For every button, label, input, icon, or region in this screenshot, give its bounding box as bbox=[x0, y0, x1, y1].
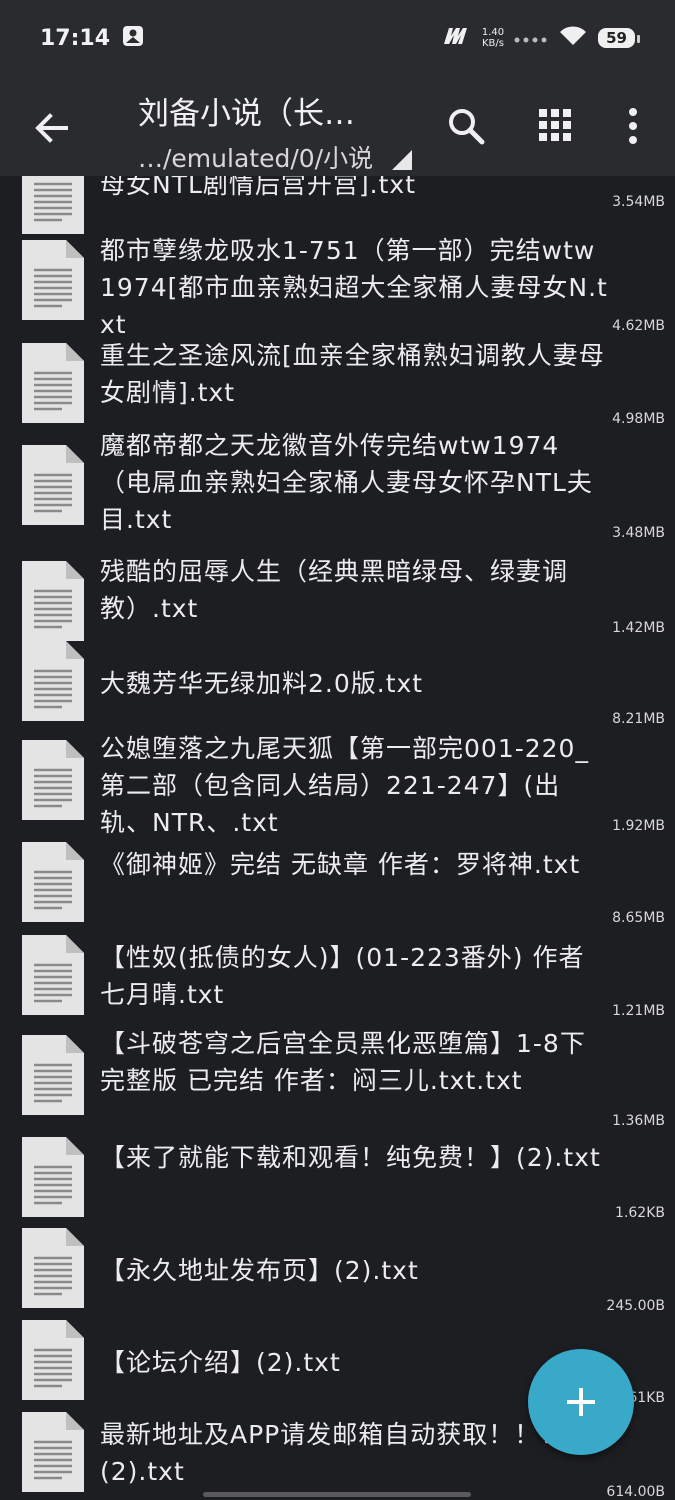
file-name: 【斗破苍穹之后宫全员黑化恶堕篇】1-8下完整版 已完结 作者：闷三儿.txt.t… bbox=[100, 1029, 586, 1095]
file-size: 614.00B bbox=[606, 1484, 665, 1500]
file-name: 【来了就能下载和观看！纯免费！】(2).txt bbox=[100, 1143, 601, 1172]
file-list-item[interactable]: 《御神姬》完结 无缺章 作者：罗将神.txt 8.65MB bbox=[0, 840, 675, 940]
text-file-icon bbox=[22, 1035, 84, 1115]
file-size: 1.62KB bbox=[615, 1205, 665, 1221]
text-file-icon bbox=[22, 1137, 84, 1217]
add-fab-button[interactable] bbox=[528, 1349, 634, 1455]
file-name: 魔都帝都之天龙徽音外传完结wtw1974（电屌血亲熟妇全家桶人妻母女怀孕NTL夫… bbox=[100, 431, 593, 534]
home-indicator[interactable] bbox=[203, 1492, 471, 1497]
more-vertical-icon[interactable] bbox=[620, 104, 646, 148]
text-file-icon bbox=[22, 561, 84, 641]
text-file-icon bbox=[22, 740, 84, 820]
file-size: 3.48MB bbox=[612, 525, 665, 541]
text-file-icon bbox=[22, 343, 84, 423]
battery-icon: 59 bbox=[598, 28, 640, 48]
file-name: 【永久地址发布页】(2).txt bbox=[100, 1256, 419, 1285]
title-block[interactable]: 刘备小说（长… …/emulated/0/小说 bbox=[138, 88, 418, 175]
folder-path: …/emulated/0/小说 bbox=[138, 144, 374, 173]
file-list[interactable]: 母女NTL剧情后宫开宫].txt 3.54MB 都市孽缘龙吸水1-751（第一部）… bbox=[0, 176, 675, 1500]
arrow-left-icon[interactable] bbox=[30, 106, 74, 150]
file-list-item[interactable]: 残酷的屈辱人生（经典黑暗绿母、绿妻调教）.txt 1.42MB bbox=[0, 549, 675, 649]
status-bar: 17:14 1.40 KB/s 59 bbox=[0, 0, 675, 76]
text-file-icon bbox=[22, 935, 84, 1015]
folder-title: 刘备小说（长… bbox=[138, 96, 355, 132]
file-list-item[interactable]: 【来了就能下载和观看！纯免费！】(2).txt 1.62KB bbox=[0, 1135, 675, 1235]
file-size: 8.21MB bbox=[612, 711, 665, 727]
network-speed: 1.40 KB/s bbox=[481, 27, 505, 49]
file-list-item[interactable]: 都市孽缘龙吸水1-751（第一部）完结wtw1974[都市血亲熟妇超大全家桶人妻… bbox=[0, 232, 675, 339]
file-list-item[interactable]: 【性奴(抵债的女人)】(01-223番外) 作者 七月晴.txt 1.21MB bbox=[0, 933, 675, 1033]
file-size: 245.00B bbox=[606, 1298, 665, 1314]
wifi-icon bbox=[558, 25, 588, 51]
text-file-icon bbox=[22, 842, 84, 922]
file-name: 公媳堕落之九尾天狐【第一部完001-220_第二部（包含同人结局）221-247… bbox=[100, 734, 589, 837]
file-size: 4.62MB bbox=[612, 318, 665, 334]
file-list-item[interactable]: 重生之圣途风流[血亲全家桶熟妇调教人妻母女剧情].txt 4.98MB bbox=[0, 335, 675, 435]
battery-level: 59 bbox=[606, 29, 627, 47]
file-name: 母女NTL剧情后宫开宫].txt bbox=[100, 176, 417, 199]
file-size: 1.92MB bbox=[612, 818, 665, 834]
text-file-icon bbox=[22, 445, 84, 525]
file-size: 1.36MB bbox=[612, 1113, 665, 1129]
search-icon[interactable] bbox=[444, 104, 488, 148]
app-logo-icon bbox=[442, 26, 472, 50]
notification-icon bbox=[122, 25, 144, 51]
file-size: 1.21MB bbox=[612, 1003, 665, 1019]
file-list-item[interactable]: 【斗破苍穹之后宫全员黑化恶堕篇】1-8下完整版 已完结 作者：闷三儿.txt.t… bbox=[0, 1025, 675, 1129]
signal-dots-icon bbox=[514, 29, 548, 48]
file-name: 重生之圣途风流[血亲全家桶熟妇调教人妻母女剧情].txt bbox=[100, 341, 605, 407]
file-list-item[interactable]: 魔都帝都之天龙徽音外传完结wtw1974（电屌血亲熟妇全家桶人妻母女怀孕NTL夫… bbox=[0, 427, 675, 541]
file-size: 3.54MB bbox=[612, 194, 665, 210]
app-bar: 刘备小说（长… …/emulated/0/小说 bbox=[0, 76, 675, 176]
file-list-item[interactable]: 【永久地址发布页】(2).txt 245.00B bbox=[0, 1228, 675, 1328]
text-file-icon bbox=[22, 1228, 84, 1308]
file-name: 都市孽缘龙吸水1-751（第一部）完结wtw1974[都市血亲熟妇超大全家桶人妻… bbox=[100, 236, 608, 339]
file-name: 【性奴(抵债的女人)】(01-223番外) 作者 七月晴.txt bbox=[100, 943, 585, 1009]
file-size: 1.42MB bbox=[612, 620, 665, 636]
file-list-item[interactable]: 大魏芳华无绿加料2.0版.txt 8.21MB bbox=[0, 639, 675, 739]
status-time: 17:14 bbox=[40, 25, 111, 51]
text-file-icon bbox=[22, 240, 84, 320]
file-name: 【论坛介绍】(2).txt bbox=[100, 1348, 341, 1377]
plus-icon bbox=[567, 1388, 595, 1416]
file-list-item[interactable]: 公媳堕落之九尾天狐【第一部完001-220_第二部（包含同人结局）221-247… bbox=[0, 730, 675, 837]
grid-view-icon[interactable] bbox=[538, 108, 572, 142]
text-file-icon bbox=[22, 641, 84, 721]
path-dropdown-icon[interactable] bbox=[392, 150, 412, 170]
text-file-icon bbox=[22, 176, 84, 234]
text-file-icon bbox=[22, 1320, 84, 1400]
file-size: 4.98MB bbox=[612, 411, 665, 427]
file-name: 残酷的屈辱人生（经典黑暗绿母、绿妻调教）.txt bbox=[100, 557, 569, 623]
text-file-icon bbox=[22, 1412, 84, 1492]
file-name: 《御神姬》完结 无缺章 作者：罗将神.txt bbox=[100, 850, 581, 879]
file-name: 大魏芳华无绿加料2.0版.txt bbox=[100, 669, 424, 698]
file-size: 8.65MB bbox=[612, 910, 665, 926]
